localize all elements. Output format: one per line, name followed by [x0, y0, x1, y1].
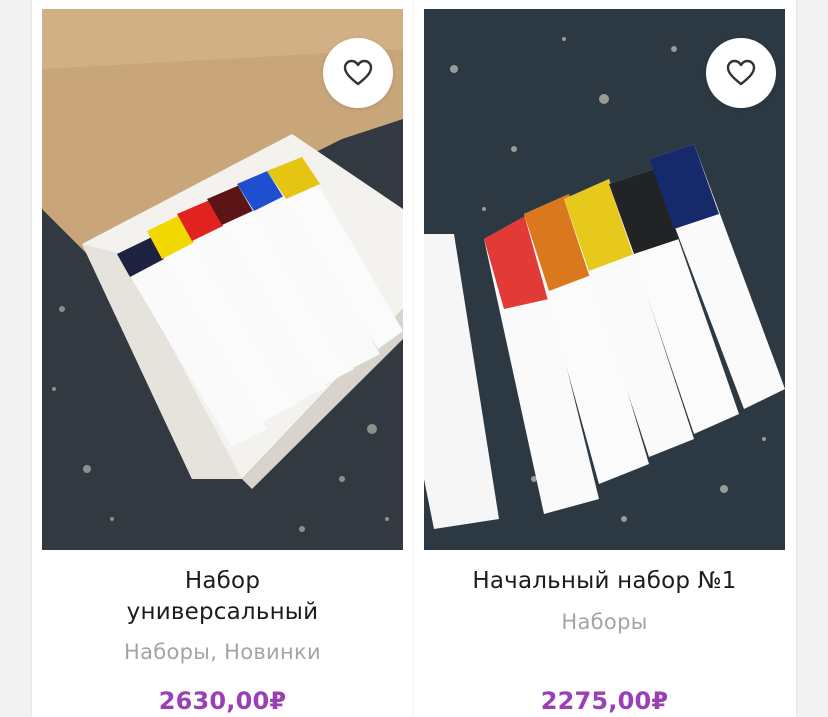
- category-link[interactable]: Новинки: [224, 640, 321, 664]
- product-image[interactable]: [42, 9, 403, 550]
- product-title-line: универсальный: [126, 599, 319, 625]
- product-price: 2630,00₽: [158, 687, 287, 715]
- product-title-line: Начальный набор №1: [472, 568, 737, 594]
- product-title[interactable]: Начальный набор №1: [424, 566, 785, 597]
- product-categories: Наборы, Новинки: [42, 640, 403, 664]
- heart-outline-icon: [726, 59, 756, 86]
- product-categories: Наборы: [424, 610, 785, 634]
- product-title[interactable]: Набор универсальный: [42, 566, 403, 628]
- heart-outline-icon: [343, 59, 373, 86]
- product-grid: Набор универсальный Наборы, Новинки 2630…: [0, 0, 828, 717]
- product-title-line: Набор: [184, 568, 261, 594]
- category-link[interactable]: Наборы: [561, 610, 647, 634]
- product-card[interactable]: Набор универсальный Наборы, Новинки 2630…: [32, 0, 414, 717]
- category-link[interactable]: Наборы: [124, 640, 210, 664]
- product-card[interactable]: Начальный набор №1 Наборы 2275,00₽: [414, 0, 796, 717]
- category-separator: ,: [210, 640, 225, 664]
- favorite-button[interactable]: [706, 38, 776, 108]
- product-price: 2275,00₽: [540, 687, 669, 715]
- product-image[interactable]: [424, 9, 785, 550]
- favorite-button[interactable]: [323, 38, 393, 108]
